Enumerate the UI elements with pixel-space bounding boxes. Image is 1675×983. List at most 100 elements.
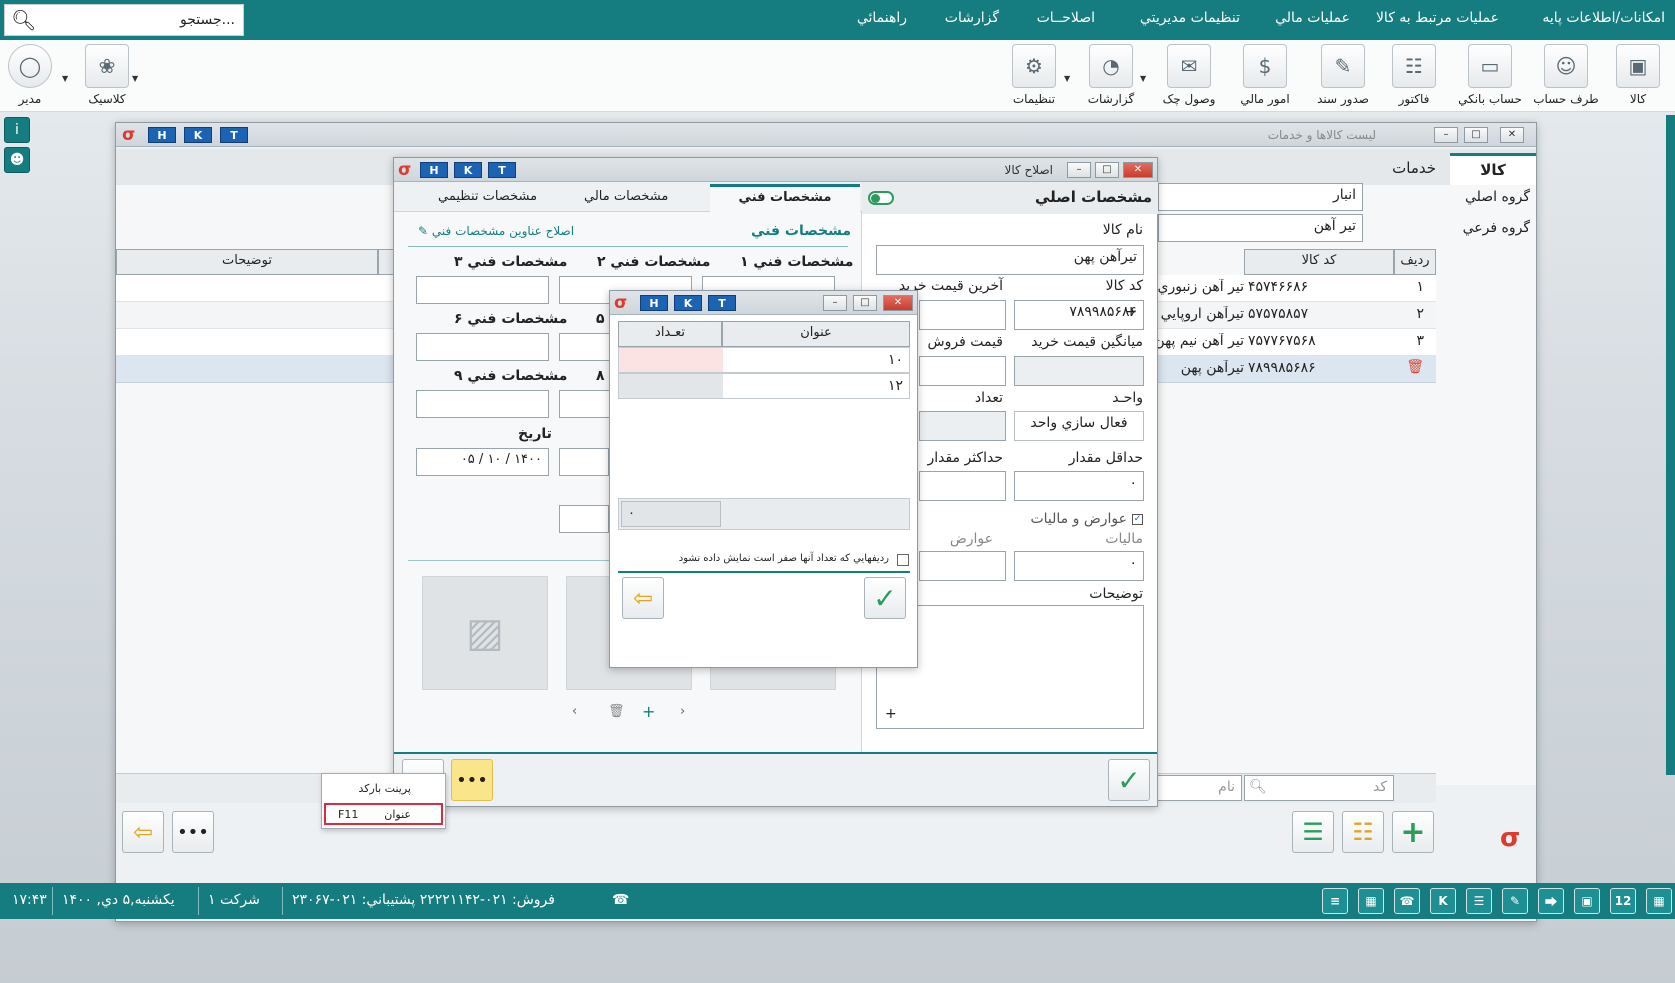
spec-9-input[interactable] xyxy=(416,390,549,418)
main-group-field[interactable]: انبار xyxy=(1158,183,1363,211)
add-button[interactable]: + xyxy=(1392,811,1434,853)
k-icon[interactable]: K xyxy=(1430,888,1456,914)
delete-image-icon[interactable]: 🗑︎ xyxy=(608,704,625,719)
menu-print-barcode[interactable]: پرينت بارکد xyxy=(322,778,445,798)
spec-6-input[interactable] xyxy=(416,333,549,361)
settings-dropdown-caret[interactable]: ▼ xyxy=(1064,74,1070,83)
tab-financial-specs[interactable]: مشخصات مالي xyxy=(584,189,668,204)
k-button[interactable]: K xyxy=(184,127,212,143)
note-icon[interactable]: ✎ xyxy=(1502,888,1528,914)
exit-door-icon[interactable]: ⇦ xyxy=(122,811,164,853)
description-plus-icon[interactable]: + xyxy=(885,706,897,722)
minimize-button[interactable]: – xyxy=(1434,127,1458,143)
filter-code-input[interactable]: کد 🔍︎ xyxy=(1244,775,1394,801)
main-specs-toggle[interactable] xyxy=(868,191,894,205)
min-input[interactable]: ۰ xyxy=(1014,471,1144,501)
sub-group-field[interactable]: تير آهن xyxy=(1158,214,1363,242)
toolbar-reports-button[interactable]: ◔ گزارشات xyxy=(1082,44,1140,106)
date-input[interactable]: ۱۴۰۰ / ۱۰ / ۰۵ xyxy=(416,448,549,476)
close-button[interactable]: ✕ xyxy=(1123,162,1153,178)
close-button[interactable]: ✕ xyxy=(1500,127,1524,143)
k-button[interactable]: K xyxy=(674,295,702,311)
row-count-cell[interactable] xyxy=(619,374,723,398)
search-input[interactable]: جستجو... xyxy=(180,12,235,28)
row-count-cell[interactable] xyxy=(619,348,723,372)
column-description[interactable]: توضيحات xyxy=(116,249,378,275)
hierarchy-icon[interactable]: ☷ xyxy=(1342,811,1384,853)
confirm-check-icon[interactable]: ✓ xyxy=(864,577,906,619)
maximize-button[interactable]: □ xyxy=(1095,162,1119,178)
menu-reports[interactable]: گزارشات xyxy=(945,10,999,26)
menu-basic-info[interactable]: امکانات/اطلاعات پايه xyxy=(1542,10,1665,26)
t-button[interactable]: T xyxy=(220,127,248,143)
more-options-button[interactable]: ••• xyxy=(172,811,214,853)
toolbar-user-button[interactable]: ◯ مدير xyxy=(6,44,54,106)
tab-technical-specs[interactable]: مشخصات فني xyxy=(710,184,860,212)
spec-extra-input-2[interactable] xyxy=(559,505,609,533)
next-image-icon[interactable]: › xyxy=(680,704,685,719)
right-scroll-edge[interactable] xyxy=(1666,115,1675,775)
name-input[interactable]: تيرآهن پهن xyxy=(876,245,1144,275)
edit-titles-link[interactable]: اصلاح عناوين مشخصات فني ✎ xyxy=(418,224,574,238)
column-title[interactable]: عنوان xyxy=(722,321,910,347)
toolbar-goods-button[interactable]: ▣ کالا xyxy=(1612,44,1664,106)
notebook-icon[interactable]: ≡ xyxy=(1322,888,1348,914)
trash-icon[interactable]: 🗑︎ xyxy=(1406,359,1424,375)
h-button[interactable]: H xyxy=(420,162,448,178)
spec-3-input[interactable] xyxy=(416,276,549,304)
calendar-day-icon[interactable]: 12 xyxy=(1610,888,1636,914)
exit-door-icon[interactable]: ⇦ xyxy=(622,577,664,619)
share-icon[interactable]: ⮕ xyxy=(1538,888,1564,914)
max-input[interactable] xyxy=(919,471,1006,501)
column-row-number[interactable]: رديف xyxy=(1394,249,1436,275)
maximize-button[interactable]: □ xyxy=(853,295,877,311)
activate-unit-button[interactable]: فعال سازي واحد xyxy=(1014,411,1144,441)
search-icon[interactable]: 🔍︎ xyxy=(11,8,36,32)
table-row[interactable]: ۱۲ xyxy=(618,373,910,399)
toolbar-settings-button[interactable]: ⚙ تنظيمات xyxy=(1005,44,1063,106)
calendar-icon[interactable]: ▦ xyxy=(1358,888,1384,914)
column-code[interactable]: کد کالا xyxy=(1244,249,1394,275)
more-options-button[interactable]: ••• xyxy=(451,759,493,801)
last-buy-input[interactable] xyxy=(919,300,1006,330)
k-button[interactable]: K xyxy=(454,162,482,178)
info-icon[interactable]: i xyxy=(4,117,30,143)
classic-dropdown-caret[interactable]: ▼ xyxy=(132,74,138,83)
toolbar-finance-button[interactable]: $ امور مالي xyxy=(1234,44,1296,106)
maximize-button[interactable]: □ xyxy=(1464,127,1488,143)
menu-title[interactable]: عنوان F11 xyxy=(324,803,443,825)
code-plus-icon[interactable]: + xyxy=(1125,304,1137,320)
confirm-check-icon[interactable]: ✓ xyxy=(1108,759,1150,801)
reports-dropdown-caret[interactable]: ▼ xyxy=(1140,74,1146,83)
search-box[interactable]: 🔍︎ جستجو... xyxy=(4,4,244,36)
notes-icon[interactable]: ☰ xyxy=(1466,888,1492,914)
image-placeholder-icon[interactable]: ▨ xyxy=(422,576,548,690)
code-input[interactable]: ۷۸۹۹۸۵۶۸۶ + xyxy=(1014,300,1144,330)
close-button[interactable]: ✕ xyxy=(883,295,913,311)
minimize-button[interactable]: – xyxy=(823,295,847,311)
user-dropdown-caret[interactable]: ▼ xyxy=(62,74,68,83)
table-row[interactable]: ۱۰ xyxy=(618,347,910,373)
filter-name-input[interactable]: نام xyxy=(1156,775,1242,801)
prev-image-icon[interactable]: ‹ xyxy=(572,704,577,719)
menu-admin-settings[interactable]: تنظيمات مديريتي xyxy=(1140,10,1240,26)
t-button[interactable]: T xyxy=(708,295,736,311)
menu-corrections[interactable]: اصلاحــات xyxy=(1037,10,1095,26)
h-button[interactable]: H xyxy=(148,127,176,143)
screen-icon[interactable]: ▣ xyxy=(1574,888,1600,914)
toolbar-account-party-button[interactable]: ☺ طرف حساب xyxy=(1532,44,1600,106)
tax-checkbox[interactable]: ✓ xyxy=(1132,514,1143,525)
tax-checkbox-row[interactable]: ✓ عوارض و ماليات xyxy=(1030,511,1143,527)
menu-financial-ops[interactable]: عمليات مالي xyxy=(1275,10,1350,26)
column-count[interactable]: تعـداد xyxy=(618,321,722,347)
add-image-icon[interactable]: + xyxy=(642,702,655,721)
minimize-button[interactable]: – xyxy=(1067,162,1091,178)
spec-extra-input[interactable] xyxy=(559,448,609,476)
hide-zero-checkbox[interactable] xyxy=(897,554,909,566)
menu-goods-ops[interactable]: عمليات مرتبط به کالا xyxy=(1376,10,1499,26)
t-button[interactable]: T xyxy=(488,162,516,178)
toolbar-invoice-button[interactable]: ☷ فاکتور xyxy=(1386,44,1442,106)
sell-price-input[interactable] xyxy=(919,356,1006,386)
contact-card-icon[interactable]: ☻ xyxy=(4,147,30,173)
h-button[interactable]: H xyxy=(640,295,668,311)
